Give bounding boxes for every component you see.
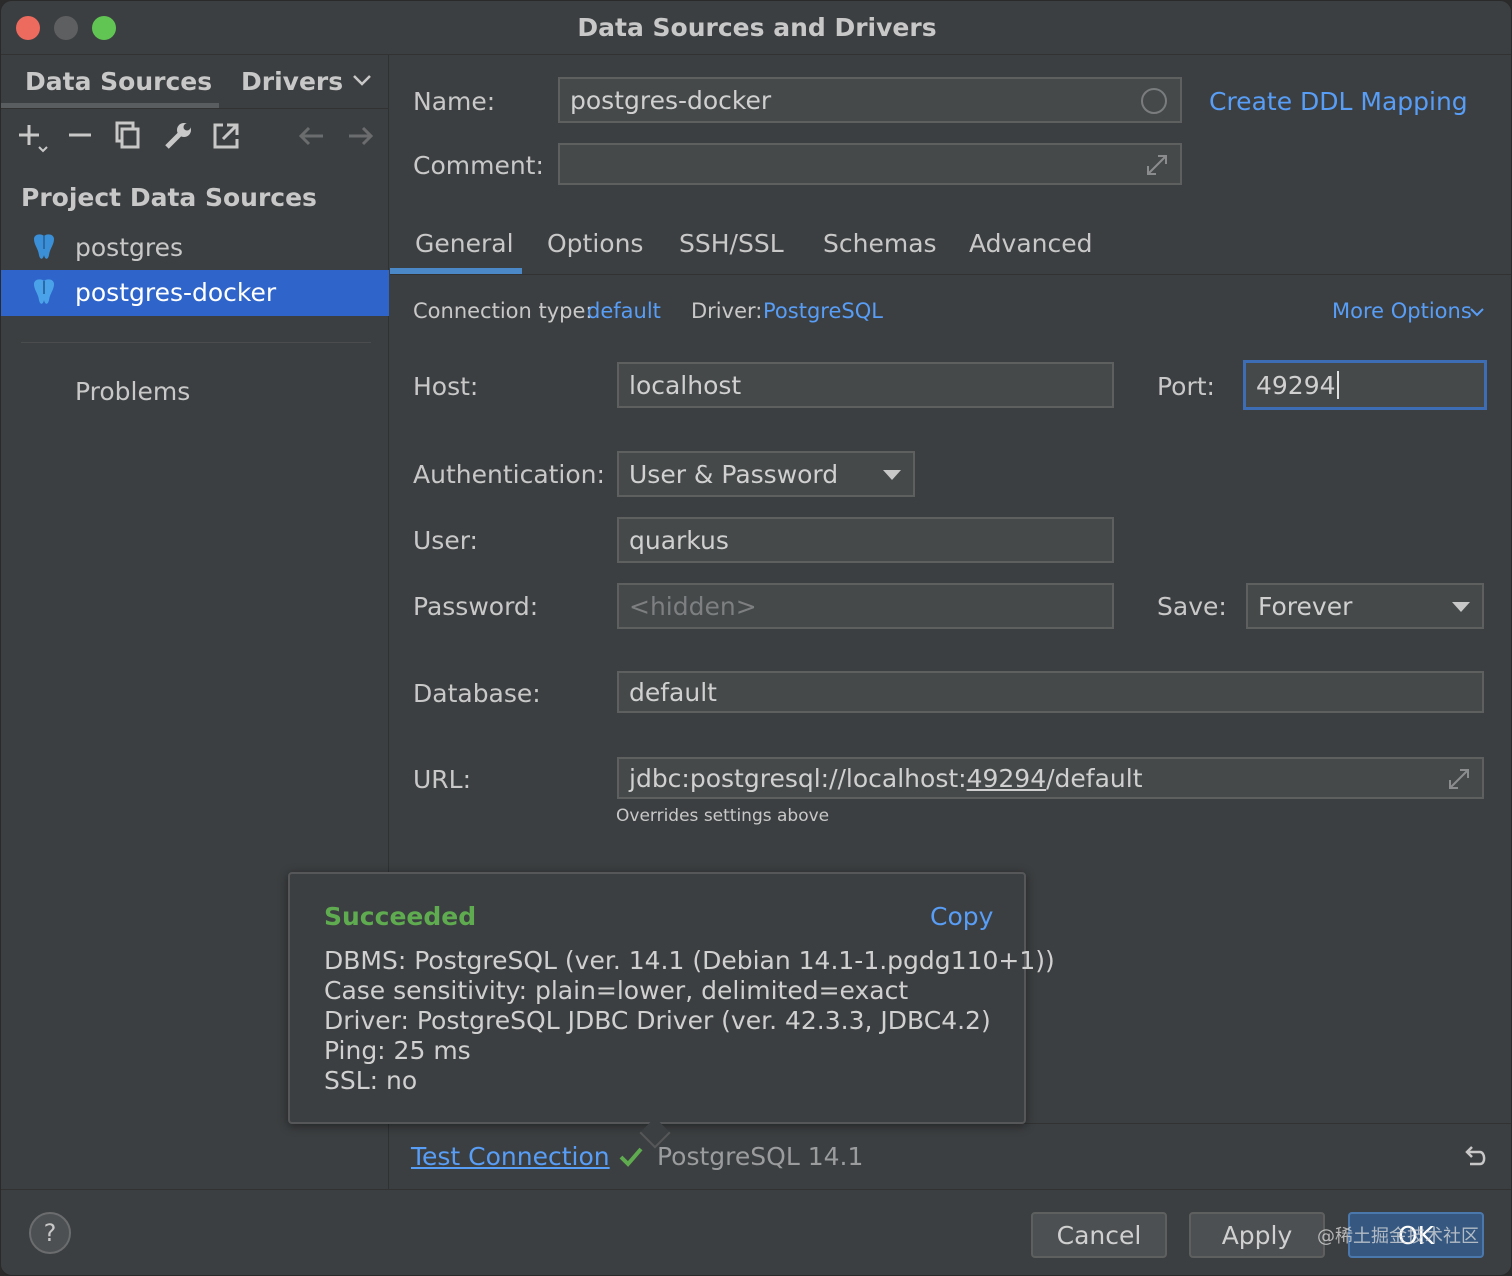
text-cursor <box>1336 371 1339 399</box>
url-prefix: jdbc:postgresql://localhost: <box>629 763 967 793</box>
title-bar: Data Sources and Drivers <box>1 1 1511 55</box>
tab-schemas[interactable]: Schemas <box>823 229 937 258</box>
password-label: Password: <box>413 592 539 621</box>
host-label: Host: <box>413 372 479 401</box>
back-arrow-icon[interactable] <box>295 119 329 153</box>
test-connection-row: Test Connection PostgreSQL 14.1 <box>390 1123 1511 1189</box>
create-ddl-mapping-link[interactable]: Create DDL Mapping <box>1209 87 1468 116</box>
user-label: User: <box>413 526 478 555</box>
dialog-footer: ? Cancel Apply OK @稀土掘金技术社区 <box>1 1189 1511 1275</box>
popup-line-ping: Ping: 25 ms <box>324 1036 471 1065</box>
sidebar-item-postgres[interactable]: postgres <box>1 225 389 271</box>
sidebar-toolbar <box>1 115 389 159</box>
password-placeholder: <hidden> <box>629 591 757 621</box>
name-field-value: postgres-docker <box>570 85 772 115</box>
database-input-value: default <box>629 677 717 707</box>
test-result-text: PostgreSQL 14.1 <box>657 1142 864 1171</box>
connection-result-popup: Succeeded Copy DBMS: PostgreSQL (ver. 14… <box>288 872 1055 1149</box>
popup-status: Succeeded <box>324 902 477 931</box>
sidebar-item-postgres-docker[interactable]: postgres-docker <box>1 270 389 316</box>
host-input[interactable]: localhost <box>617 362 1114 408</box>
sidebar-item-label: postgres <box>75 233 183 262</box>
port-input-value: 49294 <box>1256 370 1336 400</box>
active-tab-indicator <box>1 103 219 108</box>
cancel-button[interactable]: Cancel <box>1031 1212 1167 1258</box>
name-field[interactable]: postgres-docker <box>558 77 1182 123</box>
save-label: Save: <box>1157 592 1227 621</box>
copy-link[interactable]: Copy <box>930 902 993 931</box>
name-label: Name: <box>413 87 496 116</box>
settings-tabs: General Options SSH/SSL Schemas Advanced <box>390 215 1511 275</box>
popup-line-driver: Driver: PostgreSQL JDBC Driver (ver. 42.… <box>324 1006 991 1035</box>
save-select-value: Forever <box>1258 591 1353 621</box>
host-input-value: localhost <box>629 370 742 400</box>
comment-label: Comment: <box>413 151 544 180</box>
tab-options[interactable]: Options <box>547 229 643 258</box>
wrench-icon[interactable] <box>161 119 195 153</box>
port-label: Port: <box>1157 372 1215 401</box>
port-input[interactable]: 49294 <box>1243 360 1487 410</box>
sidebar-item-label: postgres-docker <box>75 278 277 307</box>
more-options-link[interactable]: More Options <box>1332 299 1472 323</box>
url-suffix: /default <box>1046 763 1143 793</box>
postgresql-elephant-icon <box>34 279 54 304</box>
dropdown-arrow-icon <box>1452 602 1470 612</box>
tab-ssh-ssl[interactable]: SSH/SSL <box>679 229 784 258</box>
project-data-sources-heading: Project Data Sources <box>21 183 317 212</box>
add-icon[interactable] <box>15 119 49 153</box>
url-hint: Overrides settings above <box>616 806 830 826</box>
popup-line-ssl: SSL: no <box>324 1066 418 1095</box>
authentication-select[interactable]: User & Password <box>617 451 915 497</box>
user-input[interactable]: quarkus <box>617 517 1114 563</box>
driver-label: Driver: <box>691 299 763 323</box>
tab-advanced[interactable]: Advanced <box>969 229 1093 258</box>
remove-icon[interactable] <box>63 119 97 153</box>
checkmark-icon <box>619 1147 643 1167</box>
expand-icon[interactable] <box>1144 152 1170 178</box>
save-select[interactable]: Forever <box>1246 583 1484 629</box>
authentication-select-value: User & Password <box>629 459 839 489</box>
chevron-down-icon[interactable] <box>1468 303 1486 321</box>
forward-arrow-icon[interactable] <box>343 119 377 153</box>
url-label: URL: <box>413 765 472 794</box>
connection-type-link[interactable]: default <box>587 299 661 323</box>
url-port: 49294 <box>966 763 1047 793</box>
driver-link[interactable]: PostgreSQL <box>763 299 883 323</box>
expand-icon[interactable] <box>1446 766 1472 792</box>
popup-line-case-sensitivity: Case sensitivity: plain=lower, delimited… <box>324 976 909 1005</box>
dropdown-arrow-icon <box>883 470 901 480</box>
watermark-text: @稀土掘金技术社区 <box>1317 1226 1479 1247</box>
apply-button[interactable]: Apply <box>1189 1212 1325 1258</box>
tab-general[interactable]: General <box>415 229 514 258</box>
tab-drivers[interactable]: Drivers <box>241 67 343 96</box>
url-input[interactable]: jdbc:postgresql://localhost: 49294/defaul… <box>617 757 1484 799</box>
authentication-label: Authentication: <box>413 460 605 489</box>
jump-to-icon[interactable] <box>209 119 243 153</box>
database-label: Database: <box>413 679 541 708</box>
color-circle-icon[interactable] <box>1140 87 1168 115</box>
popup-line-dbms: DBMS: PostgreSQL (ver. 14.1 (Debian 14.1… <box>324 946 1055 975</box>
password-input[interactable]: <hidden> <box>617 583 1114 629</box>
active-tab-indicator <box>390 268 522 274</box>
database-input[interactable]: default <box>617 671 1484 713</box>
undo-icon[interactable] <box>1460 1142 1490 1172</box>
sidebar-item-problems[interactable]: Problems <box>75 377 190 406</box>
data-sources-dialog: Data Sources and Drivers Data Sources Dr… <box>0 0 1512 1276</box>
postgresql-elephant-icon <box>34 234 54 259</box>
sidebar-divider <box>21 342 371 343</box>
test-connection-link[interactable]: Test Connection <box>411 1142 610 1171</box>
chevron-down-icon[interactable] <box>349 67 375 93</box>
connection-type-label: Connection type: <box>413 299 593 323</box>
tab-data-sources[interactable]: Data Sources <box>25 67 212 96</box>
help-button[interactable]: ? <box>29 1212 71 1254</box>
user-input-value: quarkus <box>629 525 729 555</box>
sidebar-tabs: Data Sources Drivers <box>1 55 389 109</box>
comment-field[interactable] <box>558 143 1182 185</box>
duplicate-icon[interactable] <box>111 119 145 153</box>
window-title: Data Sources and Drivers <box>577 13 937 42</box>
